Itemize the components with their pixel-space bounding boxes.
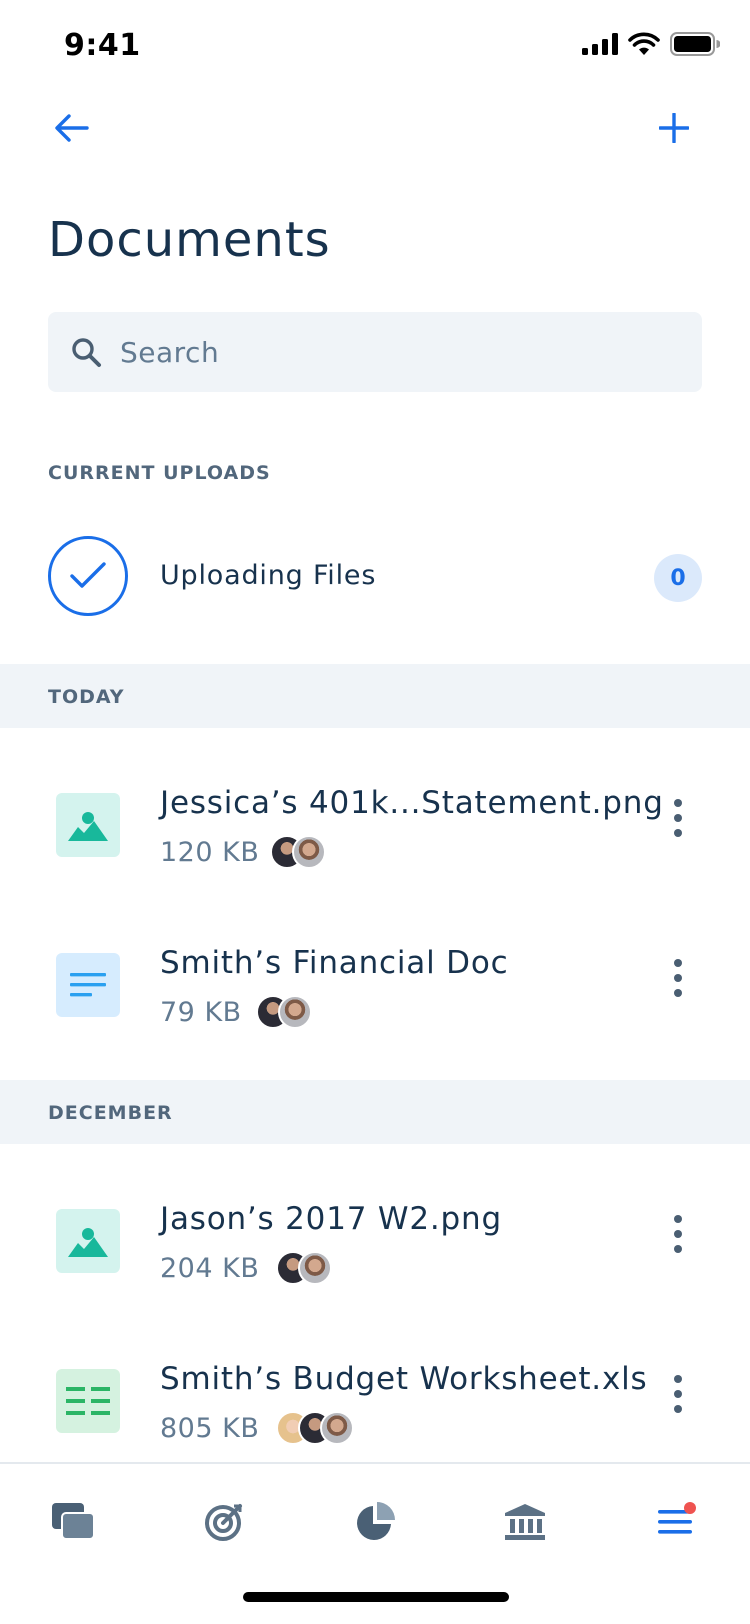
bank-icon: [505, 1504, 545, 1540]
search-icon: [68, 334, 104, 370]
notification-dot: [684, 1502, 696, 1514]
page-title: Documents: [48, 212, 331, 268]
file-size: 204 KB: [160, 1253, 260, 1284]
avatar: [292, 835, 326, 869]
more-options-button[interactable]: [664, 793, 692, 843]
pie-chart-icon: [357, 1502, 395, 1540]
search-input[interactable]: [120, 335, 680, 369]
cellular-signal-icon: [582, 33, 618, 55]
more-options-button[interactable]: [664, 1209, 692, 1259]
file-row[interactable]: Smith’s Budget Worksheet.xls 805 KB: [0, 1331, 750, 1471]
more-options-button[interactable]: [664, 1369, 692, 1419]
tab-messages[interactable]: [44, 1492, 104, 1552]
file-name: Jessica’s 401k...Statement.png: [160, 785, 664, 821]
file-name: Smith’s Budget Worksheet.xls: [160, 1361, 648, 1397]
file-size: 120 KB: [160, 837, 260, 868]
file-row[interactable]: Jessica’s 401k...Statement.png 120 KB: [0, 755, 750, 895]
status-icons: [582, 32, 720, 56]
section-label: DECEMBER: [48, 1102, 173, 1124]
checkmark-icon: [70, 562, 106, 588]
file-row[interactable]: Smith’s Financial Doc 79 KB: [0, 915, 750, 1055]
home-indicator: [243, 1592, 509, 1602]
document-file-icon: [56, 953, 120, 1017]
chat-icon: [52, 1503, 95, 1540]
spreadsheet-file-icon: [56, 1369, 120, 1433]
current-uploads-label: CURRENT UPLOADS: [48, 462, 271, 484]
file-row[interactable]: Jason’s 2017 W2.png 204 KB: [0, 1171, 750, 1311]
tab-menu[interactable]: [646, 1492, 706, 1552]
target-icon: [205, 1504, 242, 1541]
more-options-button[interactable]: [664, 953, 692, 1003]
uploading-files-label: Uploading Files: [160, 560, 377, 591]
shared-with-avatars: [276, 1251, 332, 1285]
back-button[interactable]: [50, 106, 94, 150]
battery-icon: [670, 32, 720, 56]
file-size: 805 KB: [160, 1413, 260, 1444]
shared-with-avatars: [256, 995, 312, 1029]
file-name: Smith’s Financial Doc: [160, 945, 509, 981]
shared-with-avatars: [270, 835, 326, 869]
file-name: Jason’s 2017 W2.png: [160, 1201, 502, 1237]
section-header-today: TODAY: [0, 664, 750, 728]
wifi-icon: [628, 32, 660, 55]
image-file-icon: [56, 1209, 120, 1273]
status-time: 9:41: [64, 28, 141, 63]
avatar: [298, 1251, 332, 1285]
image-file-icon: [56, 793, 120, 857]
upload-count-badge: 0: [654, 554, 702, 602]
arrow-left-icon: [55, 114, 89, 142]
section-label: TODAY: [48, 686, 125, 708]
add-document-button[interactable]: [652, 106, 696, 150]
tab-accounts[interactable]: [495, 1492, 555, 1552]
uploading-files-row[interactable]: Uploading Files 0: [0, 526, 750, 626]
status-bar: 9:41: [0, 0, 750, 92]
tab-goals[interactable]: [194, 1492, 254, 1552]
search-bar[interactable]: [48, 312, 702, 392]
section-header-december: DECEMBER: [0, 1080, 750, 1144]
upload-complete-indicator: [48, 536, 128, 616]
tab-insights[interactable]: [345, 1492, 405, 1552]
file-size: 79 KB: [160, 997, 242, 1028]
avatar: [320, 1411, 354, 1445]
avatar: [278, 995, 312, 1029]
shared-with-avatars: [276, 1411, 354, 1445]
plus-icon: [659, 113, 689, 143]
